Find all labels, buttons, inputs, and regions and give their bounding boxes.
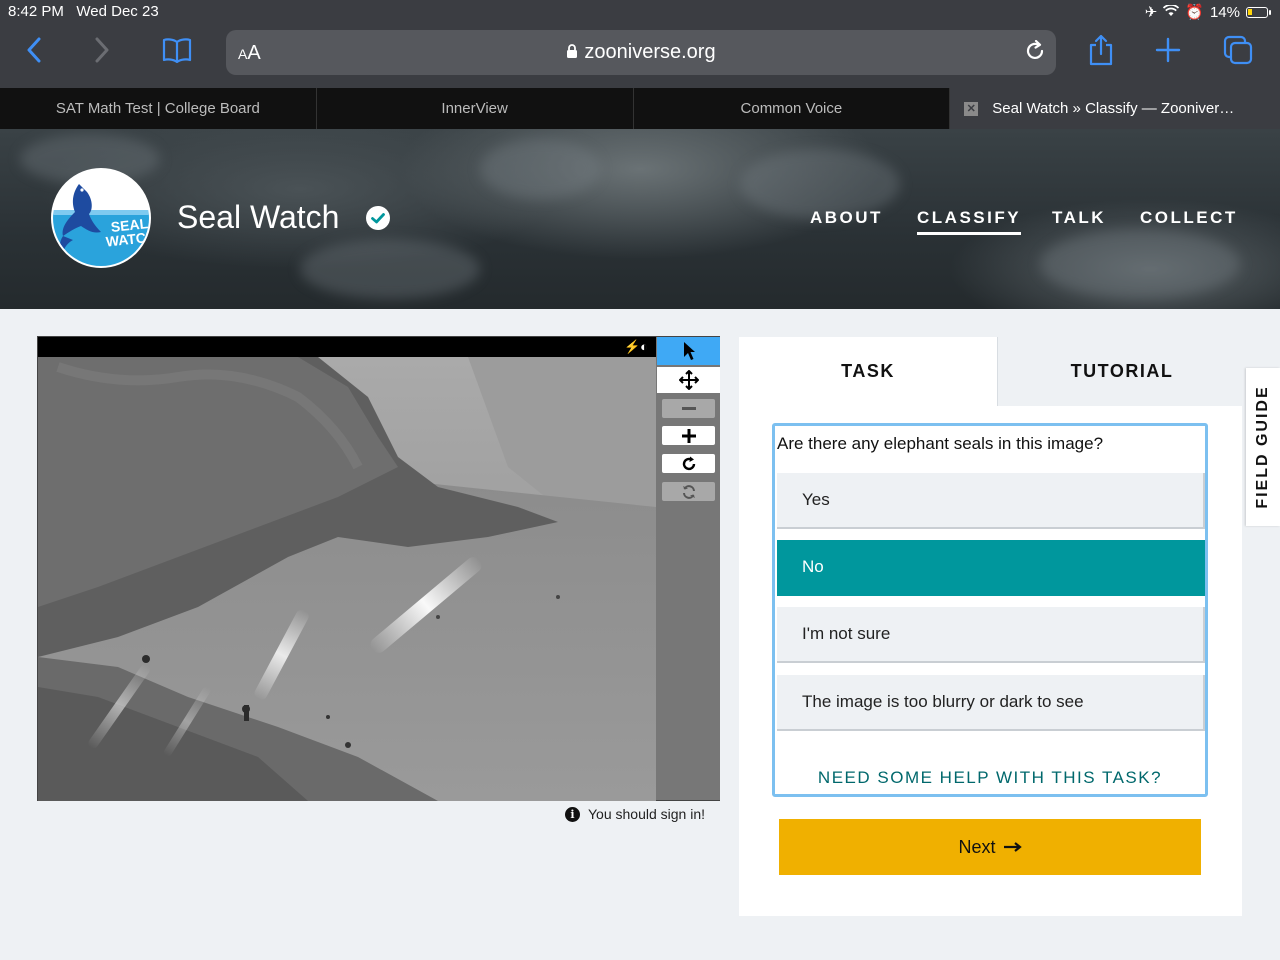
field-guide-label: FIELD GUIDE xyxy=(1254,385,1271,509)
pointer-icon xyxy=(683,342,695,360)
browser-tab-strip: SAT Math Test | College Board InnerView … xyxy=(0,88,1280,129)
arrow-right-icon xyxy=(1003,842,1022,852)
close-tab-icon[interactable]: ✕ xyxy=(964,101,979,116)
url-display[interactable]: zooniverse.org xyxy=(226,41,1056,64)
browser-tab-title: Seal Watch » Classify — Zooniver… xyxy=(992,100,1235,117)
pointer-tool-button[interactable] xyxy=(657,337,720,365)
rotate-button[interactable] xyxy=(662,454,715,473)
next-button-label: Next xyxy=(958,836,996,857)
reset-icon xyxy=(682,484,695,499)
rotate-icon xyxy=(682,456,695,470)
zoom-in-button[interactable] xyxy=(662,426,715,445)
subject-image[interactable] xyxy=(38,357,656,801)
tab-task[interactable]: TASK xyxy=(739,337,997,406)
lock-icon xyxy=(567,44,578,58)
pan-icon xyxy=(678,370,699,390)
back-button[interactable] xyxy=(14,30,54,70)
field-guide-button[interactable]: FIELD GUIDE xyxy=(1246,368,1280,526)
viewer-toolbar xyxy=(657,337,720,800)
project-logo[interactable]: SEAL WATCH xyxy=(51,168,151,268)
status-indicators: ✈ ⏰ 14% xyxy=(1144,3,1271,21)
camera-status-icons: ⚡◐ xyxy=(623,339,648,354)
task-question-box: Are there any elephant seals in this ima… xyxy=(772,423,1208,797)
address-bar[interactable]: AA zooniverse.org xyxy=(226,30,1056,75)
new-tab-button[interactable] xyxy=(1148,30,1188,70)
answer-too-blurry[interactable]: The image is too blurry or dark to see xyxy=(777,675,1205,731)
airplane-icon: ✈ xyxy=(1144,4,1158,21)
subject-viewer: ⚡◐ 1 xyxy=(37,336,720,801)
verified-badge-icon xyxy=(365,205,391,236)
sign-in-notice[interactable]: i You should sign in! xyxy=(565,806,705,822)
nav-talk[interactable]: TALK xyxy=(1052,208,1106,228)
project-header: SEAL WATCH Seal Watch ABOUT CLASSIFY TAL… xyxy=(0,129,1280,309)
reset-button[interactable] xyxy=(662,482,715,501)
task-panel: TASK TUTORIAL Are there any elephant sea… xyxy=(739,337,1246,916)
battery-icon xyxy=(1246,6,1271,18)
forward-button[interactable] xyxy=(82,30,122,70)
browser-toolbar: 8:42 PM Wed Dec 23 ✈ ⏰ 14% AA zooniverse… xyxy=(0,0,1280,88)
next-button[interactable]: Next xyxy=(779,819,1201,875)
alarm-icon: ⏰ xyxy=(1185,4,1204,21)
nav-classify[interactable]: CLASSIFY xyxy=(917,208,1022,235)
share-button[interactable] xyxy=(1081,30,1121,70)
status-time-date: 8:42 PM Wed Dec 23 xyxy=(8,3,159,20)
project-title[interactable]: Seal Watch xyxy=(177,199,339,236)
browser-tab[interactable]: InnerView xyxy=(317,88,634,129)
task-question: Are there any elephant seals in this ima… xyxy=(777,434,1104,453)
info-icon: i xyxy=(565,806,580,822)
status-date: Wed Dec 23 xyxy=(76,3,159,20)
browser-tab[interactable]: SAT Math Test | College Board xyxy=(0,88,317,129)
zoom-in-icon xyxy=(681,428,696,443)
sign-in-text: You should sign in! xyxy=(588,806,706,822)
answer-not-sure[interactable]: I'm not sure xyxy=(777,607,1205,663)
battery-percent: 14% xyxy=(1209,3,1240,21)
zoom-out-button[interactable] xyxy=(662,399,715,418)
camera-info-bar: ⚡◐ 1 xyxy=(38,337,666,357)
status-time: 8:42 PM xyxy=(8,3,64,20)
wifi-icon xyxy=(1163,3,1180,21)
task-help-link[interactable]: NEED SOME HELP WITH THIS TASK? xyxy=(775,768,1205,788)
tab-tutorial[interactable]: TUTORIAL xyxy=(997,337,1246,406)
nav-about[interactable]: ABOUT xyxy=(810,208,883,228)
answer-yes[interactable]: Yes xyxy=(777,473,1205,529)
url-text: zooniverse.org xyxy=(584,41,716,63)
bookmarks-button[interactable] xyxy=(157,30,197,70)
browser-tab[interactable]: Common Voice xyxy=(634,88,951,129)
zoom-out-icon xyxy=(681,406,696,410)
tabs-overview-button[interactable] xyxy=(1218,30,1258,70)
browser-tab-active[interactable]: ✕ Seal Watch » Classify — Zooniver… xyxy=(950,88,1280,129)
answer-no[interactable]: No xyxy=(777,540,1205,596)
logo-text: WATCH xyxy=(105,228,151,250)
reload-button[interactable] xyxy=(1024,39,1046,67)
pan-tool-button[interactable] xyxy=(657,367,720,393)
nav-collect[interactable]: COLLECT xyxy=(1140,208,1238,228)
